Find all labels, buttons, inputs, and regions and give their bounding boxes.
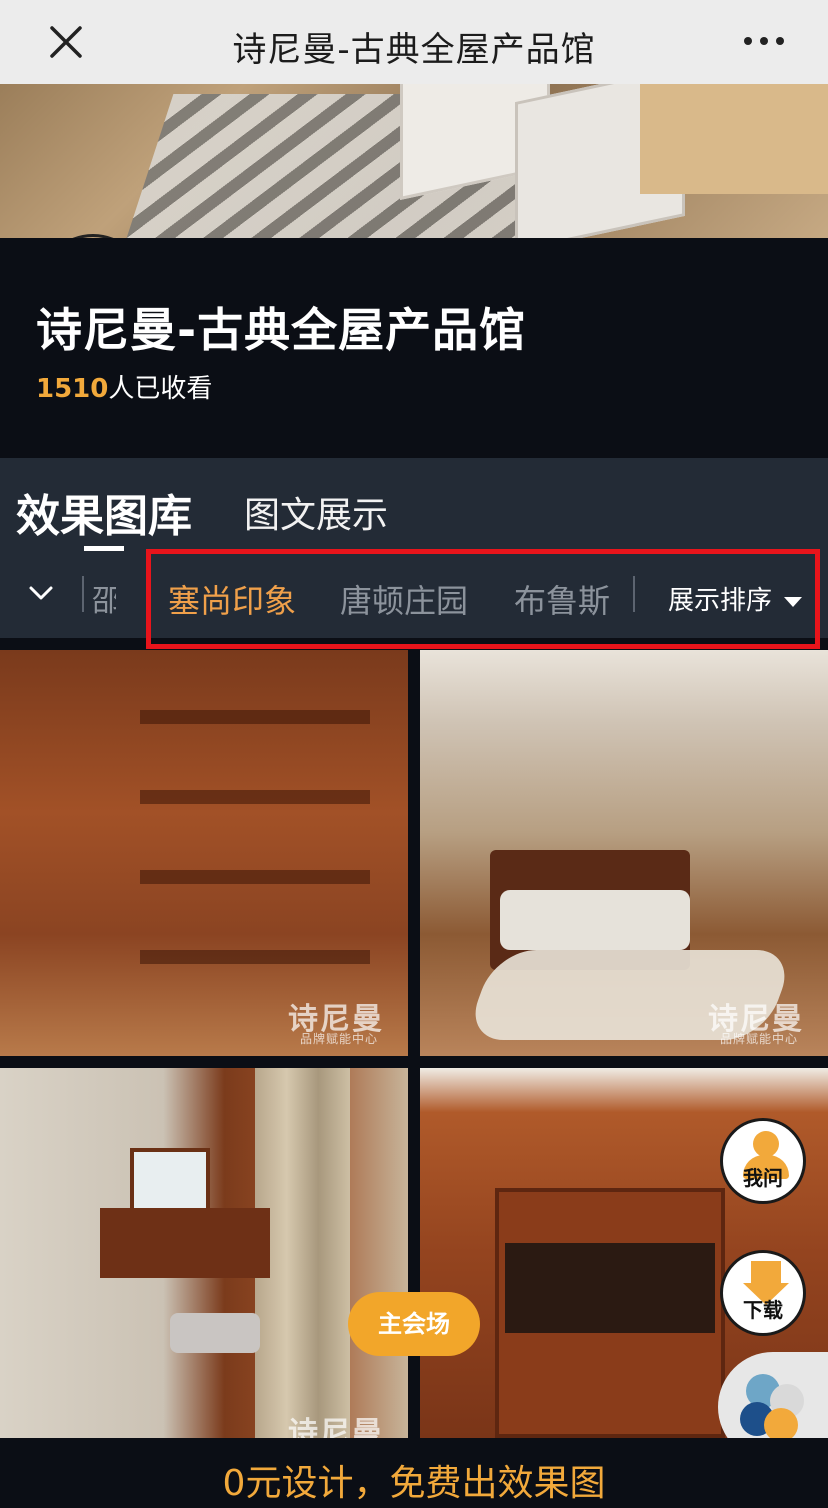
view-count-number: 1510 [36,374,109,404]
view-count-suffix: 人已收看 [108,374,213,404]
nav-title: 诗尼曼-古典全屋产品馆 [232,30,596,70]
watermark-sub: 品牌赋能中心 [720,1032,799,1046]
free-design-cta[interactable]: 0元设计，免费出效果图 [0,1438,828,1508]
stool-graphic [170,1313,260,1353]
category-item[interactable]: 唐顿庄园 [340,576,468,622]
main-venue-button[interactable]: 主会场 [348,1292,480,1356]
shelf-graphic [140,710,370,724]
cabinet-glass-graphic [505,1243,715,1333]
shelf-graphic [140,870,370,884]
tab-article[interactable]: 图文展示 [244,486,388,538]
widget-logo-icon [764,1408,798,1442]
more-dots-icon[interactable] [742,30,786,52]
category-item[interactable]: 布鲁斯 [514,576,610,622]
gallery-image-wine-cabinet[interactable]: 诗尼曼 品牌赋能中心 [0,650,408,1056]
gallery-image-vanity[interactable]: 诗尼曼 [0,1068,408,1438]
watermark: 诗尼曼 [288,1416,384,1438]
ask-button[interactable]: 我问 [720,1118,806,1204]
vanity-table-graphic [100,1208,270,1278]
category-item-partial[interactable]: 邵 [92,576,116,620]
chevron-down-icon[interactable] [24,582,58,604]
top-nav-bar: 诗尼曼-古典全屋产品馆 [0,0,828,84]
hero-section: 诗尼曼-古典全屋产品馆 1510人已收看 [0,238,828,458]
view-count: 1510人已收看 [36,368,212,405]
bed-sheet-graphic [500,890,690,950]
ask-label: 我问 [743,1166,783,1190]
page-title: 诗尼曼-古典全屋产品馆 [36,303,527,357]
sort-label: 展示排序 [668,586,773,616]
banner-cabinet-graphic [640,84,828,194]
shelf-graphic [140,790,370,804]
banner-carousel[interactable] [0,84,828,238]
divider [82,576,84,612]
tabs-area: 效果图库 图文展示 邵 塞尚印象 唐顿庄园 布鲁斯 展示排序 [0,458,828,638]
caret-down-icon [784,596,803,607]
category-item-active[interactable]: 塞尚印象 [168,576,296,622]
shelf-graphic [140,950,370,964]
sort-dropdown[interactable]: 展示排序 [668,580,803,617]
divider [633,576,635,612]
gallery-image-bedroom[interactable]: 诗尼曼 品牌赋能中心 [420,650,828,1056]
tab-gallery[interactable]: 效果图库 [16,480,192,544]
category-subnav: 邵 塞尚印象 唐顿庄园 布鲁斯 展示排序 [0,548,828,638]
watermark-sub: 品牌赋能中心 [300,1032,379,1046]
avatar-icon [753,1131,779,1157]
download-icon [751,1261,781,1283]
download-button[interactable]: 下载 [720,1250,806,1336]
download-label: 下载 [743,1298,783,1322]
